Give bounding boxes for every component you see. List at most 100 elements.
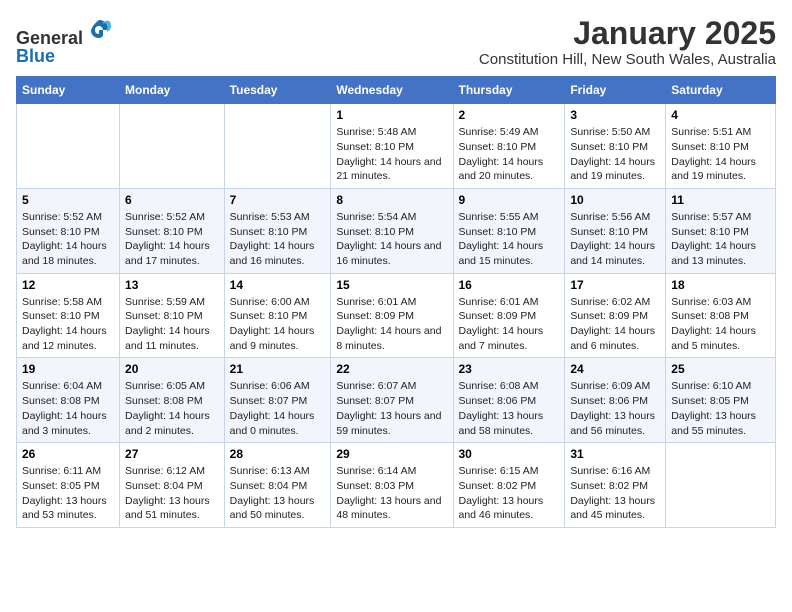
day-info: Sunrise: 6:00 AM Sunset: 8:10 PM Dayligh… bbox=[230, 295, 326, 354]
calendar-cell: 20 Sunrise: 6:05 AM Sunset: 8:08 PM Dayli… bbox=[120, 358, 225, 443]
day-number: 24 bbox=[570, 362, 660, 376]
calendar-week-row: 26 Sunrise: 6:11 AM Sunset: 8:05 PM Dayli… bbox=[17, 443, 776, 528]
day-number: 28 bbox=[230, 447, 326, 461]
calendar-cell: 7Sunrise: 5:53 AM Sunset: 8:10 PM Daylig… bbox=[224, 188, 331, 273]
day-number: 22 bbox=[336, 362, 447, 376]
calendar-cell: 17 Sunrise: 6:02 AM Sunset: 8:09 PM Dayli… bbox=[565, 273, 666, 358]
weekday-header-sunday: Sunday bbox=[17, 77, 120, 104]
calendar-week-row: 19Sunrise: 6:04 AM Sunset: 8:08 PM Dayli… bbox=[17, 358, 776, 443]
calendar-cell: 31 Sunrise: 6:16 AM Sunset: 8:02 PM Dayli… bbox=[565, 443, 666, 528]
day-info: Sunrise: 5:48 AM Sunset: 8:10 PM Dayligh… bbox=[336, 125, 447, 184]
day-info: Sunrise: 6:07 AM Sunset: 8:07 PM Dayligh… bbox=[336, 379, 447, 438]
calendar-cell: 22 Sunrise: 6:07 AM Sunset: 8:07 PM Dayli… bbox=[331, 358, 453, 443]
day-info: Sunrise: 5:55 AM Sunset: 8:10 PM Dayligh… bbox=[459, 210, 560, 269]
calendar-cell: 26 Sunrise: 6:11 AM Sunset: 8:05 PM Dayli… bbox=[17, 443, 120, 528]
day-number: 3 bbox=[570, 108, 660, 122]
day-number: 1 bbox=[336, 108, 447, 122]
day-info: Sunrise: 5:56 AM Sunset: 8:10 PM Dayligh… bbox=[570, 210, 660, 269]
day-number: 4 bbox=[671, 108, 770, 122]
calendar-cell bbox=[666, 443, 776, 528]
page-subtitle: Constitution Hill, New South Wales, Aust… bbox=[479, 51, 776, 68]
day-info: Sunrise: 6:01 AM Sunset: 8:09 PM Dayligh… bbox=[459, 295, 560, 354]
calendar-cell: 30Sunrise: 6:15 AM Sunset: 8:02 PM Dayli… bbox=[453, 443, 565, 528]
day-info: Sunrise: 5:53 AM Sunset: 8:10 PM Dayligh… bbox=[230, 210, 326, 269]
logo-icon bbox=[85, 16, 113, 44]
title-block: January 2025 Constitution Hill, New Sout… bbox=[479, 16, 776, 68]
logo-blue: Blue bbox=[16, 46, 55, 66]
day-info: Sunrise: 5:54 AM Sunset: 8:10 PM Dayligh… bbox=[336, 210, 447, 269]
weekday-header-friday: Friday bbox=[565, 77, 666, 104]
day-info: Sunrise: 5:57 AM Sunset: 8:10 PM Dayligh… bbox=[671, 210, 770, 269]
page-title: January 2025 bbox=[479, 16, 776, 51]
calendar-cell: 12Sunrise: 5:58 AM Sunset: 8:10 PM Dayli… bbox=[17, 273, 120, 358]
day-number: 27 bbox=[125, 447, 219, 461]
day-info: Sunrise: 6:03 AM Sunset: 8:08 PM Dayligh… bbox=[671, 295, 770, 354]
day-number: 18 bbox=[671, 278, 770, 292]
calendar-week-row: 12Sunrise: 5:58 AM Sunset: 8:10 PM Dayli… bbox=[17, 273, 776, 358]
day-info: Sunrise: 6:14 AM Sunset: 8:03 PM Dayligh… bbox=[336, 464, 447, 523]
day-info: Sunrise: 5:51 AM Sunset: 8:10 PM Dayligh… bbox=[671, 125, 770, 184]
calendar-cell: 11 Sunrise: 5:57 AM Sunset: 8:10 PM Dayli… bbox=[666, 188, 776, 273]
day-info: Sunrise: 6:06 AM Sunset: 8:07 PM Dayligh… bbox=[230, 379, 326, 438]
calendar-cell: 6 Sunrise: 5:52 AM Sunset: 8:10 PM Daylig… bbox=[120, 188, 225, 273]
calendar-cell: 10 Sunrise: 5:56 AM Sunset: 8:10 PM Dayli… bbox=[565, 188, 666, 273]
calendar-cell: 9 Sunrise: 5:55 AM Sunset: 8:10 PM Daylig… bbox=[453, 188, 565, 273]
day-info: Sunrise: 6:05 AM Sunset: 8:08 PM Dayligh… bbox=[125, 379, 219, 438]
day-number: 23 bbox=[459, 362, 560, 376]
day-number: 20 bbox=[125, 362, 219, 376]
calendar-cell: 27Sunrise: 6:12 AM Sunset: 8:04 PM Dayli… bbox=[120, 443, 225, 528]
day-info: Sunrise: 6:11 AM Sunset: 8:05 PM Dayligh… bbox=[22, 464, 114, 523]
calendar-cell: 14 Sunrise: 6:00 AM Sunset: 8:10 PM Dayli… bbox=[224, 273, 331, 358]
logo: General Blue bbox=[16, 16, 113, 67]
day-number: 17 bbox=[570, 278, 660, 292]
calendar-cell: 19Sunrise: 6:04 AM Sunset: 8:08 PM Dayli… bbox=[17, 358, 120, 443]
calendar-cell: 21 Sunrise: 6:06 AM Sunset: 8:07 PM Dayli… bbox=[224, 358, 331, 443]
weekday-header-wednesday: Wednesday bbox=[331, 77, 453, 104]
day-info: Sunrise: 5:49 AM Sunset: 8:10 PM Dayligh… bbox=[459, 125, 560, 184]
day-number: 21 bbox=[230, 362, 326, 376]
calendar-cell: 18 Sunrise: 6:03 AM Sunset: 8:08 PM Dayli… bbox=[666, 273, 776, 358]
day-number: 16 bbox=[459, 278, 560, 292]
day-info: Sunrise: 6:02 AM Sunset: 8:09 PM Dayligh… bbox=[570, 295, 660, 354]
calendar-cell: 15Sunrise: 6:01 AM Sunset: 8:09 PM Dayli… bbox=[331, 273, 453, 358]
day-info: Sunrise: 6:16 AM Sunset: 8:02 PM Dayligh… bbox=[570, 464, 660, 523]
calendar-cell: 4 Sunrise: 5:51 AM Sunset: 8:10 PM Daylig… bbox=[666, 104, 776, 189]
day-info: Sunrise: 6:08 AM Sunset: 8:06 PM Dayligh… bbox=[459, 379, 560, 438]
day-number: 6 bbox=[125, 193, 219, 207]
day-number: 5 bbox=[22, 193, 114, 207]
day-number: 8 bbox=[336, 193, 447, 207]
calendar-cell: 2 Sunrise: 5:49 AM Sunset: 8:10 PM Daylig… bbox=[453, 104, 565, 189]
day-info: Sunrise: 6:13 AM Sunset: 8:04 PM Dayligh… bbox=[230, 464, 326, 523]
calendar-cell bbox=[120, 104, 225, 189]
day-info: Sunrise: 6:15 AM Sunset: 8:02 PM Dayligh… bbox=[459, 464, 560, 523]
calendar-cell: 23 Sunrise: 6:08 AM Sunset: 8:06 PM Dayli… bbox=[453, 358, 565, 443]
calendar-week-row: 5 Sunrise: 5:52 AM Sunset: 8:10 PM Daylig… bbox=[17, 188, 776, 273]
day-number: 14 bbox=[230, 278, 326, 292]
calendar-cell: 28 Sunrise: 6:13 AM Sunset: 8:04 PM Dayli… bbox=[224, 443, 331, 528]
day-number: 29 bbox=[336, 447, 447, 461]
day-number: 10 bbox=[570, 193, 660, 207]
day-number: 11 bbox=[671, 193, 770, 207]
day-number: 9 bbox=[459, 193, 560, 207]
calendar-cell: 25Sunrise: 6:10 AM Sunset: 8:05 PM Dayli… bbox=[666, 358, 776, 443]
weekday-header-thursday: Thursday bbox=[453, 77, 565, 104]
weekday-header-row: SundayMondayTuesdayWednesdayThursdayFrid… bbox=[17, 77, 776, 104]
day-number: 31 bbox=[570, 447, 660, 461]
day-number: 26 bbox=[22, 447, 114, 461]
day-number: 15 bbox=[336, 278, 447, 292]
weekday-header-saturday: Saturday bbox=[666, 77, 776, 104]
day-info: Sunrise: 6:10 AM Sunset: 8:05 PM Dayligh… bbox=[671, 379, 770, 438]
day-info: Sunrise: 5:50 AM Sunset: 8:10 PM Dayligh… bbox=[570, 125, 660, 184]
calendar-cell: 16 Sunrise: 6:01 AM Sunset: 8:09 PM Dayli… bbox=[453, 273, 565, 358]
calendar-cell: 8 Sunrise: 5:54 AM Sunset: 8:10 PM Daylig… bbox=[331, 188, 453, 273]
day-info: Sunrise: 6:09 AM Sunset: 8:06 PM Dayligh… bbox=[570, 379, 660, 438]
day-number: 12 bbox=[22, 278, 114, 292]
calendar-cell: 29 Sunrise: 6:14 AM Sunset: 8:03 PM Dayli… bbox=[331, 443, 453, 528]
calendar-table: SundayMondayTuesdayWednesdayThursdayFrid… bbox=[16, 76, 776, 528]
day-info: Sunrise: 5:59 AM Sunset: 8:10 PM Dayligh… bbox=[125, 295, 219, 354]
day-info: Sunrise: 5:52 AM Sunset: 8:10 PM Dayligh… bbox=[125, 210, 219, 269]
day-number: 13 bbox=[125, 278, 219, 292]
weekday-header-monday: Monday bbox=[120, 77, 225, 104]
day-number: 2 bbox=[459, 108, 560, 122]
calendar-cell bbox=[17, 104, 120, 189]
